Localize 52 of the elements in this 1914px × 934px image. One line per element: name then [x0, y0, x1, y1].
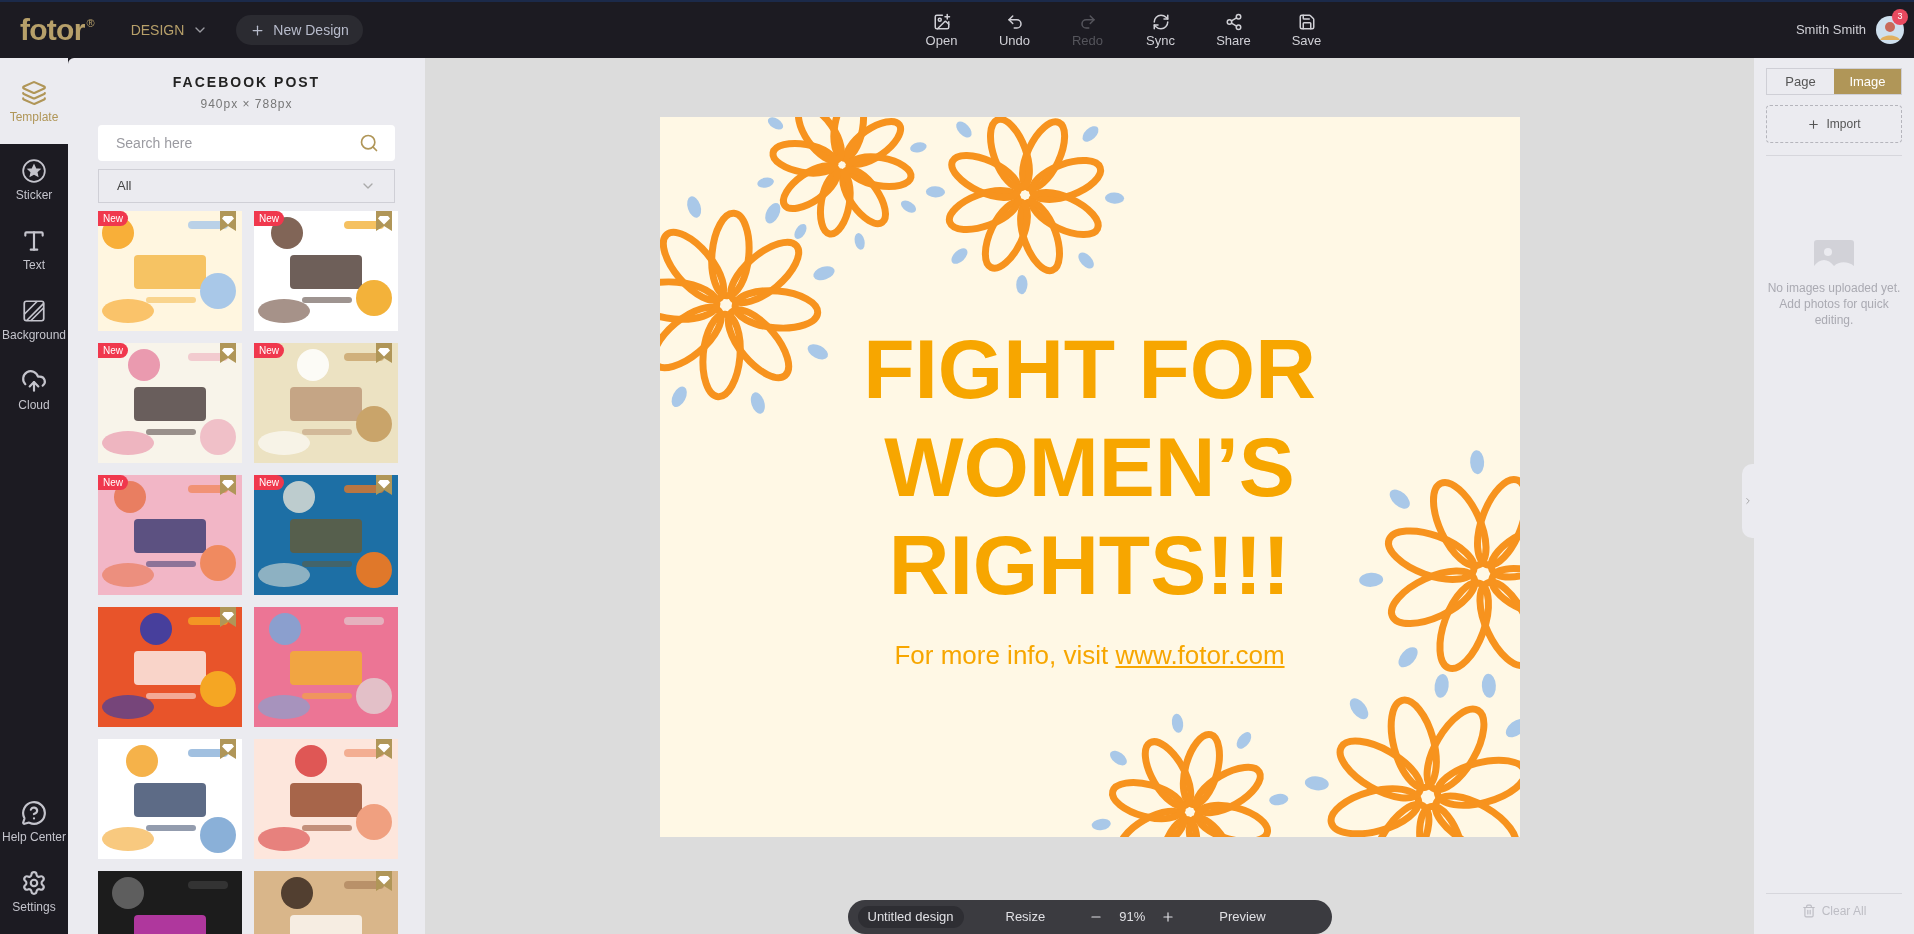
toolbar-button[interactable]: Sync	[1124, 13, 1197, 47]
notification-badge: 3	[1892, 9, 1908, 25]
toolbar-button[interactable]: Save	[1270, 13, 1343, 47]
collapse-handle[interactable]	[1742, 464, 1754, 538]
background-icon	[21, 297, 47, 324]
new-badge: New	[254, 343, 284, 358]
plus-icon	[250, 22, 266, 38]
search-field[interactable]: Search here	[98, 125, 395, 161]
sidebar-item[interactable]: Settings	[0, 856, 68, 926]
new-badge: New	[98, 475, 128, 490]
sidebar-item[interactable]: Background	[0, 284, 68, 354]
category-dropdown[interactable]: All	[98, 169, 395, 203]
logo-mark: ®	[86, 16, 95, 31]
logo[interactable]: fotor	[20, 15, 85, 45]
plus-icon	[1807, 117, 1821, 131]
new-badge: New	[98, 343, 128, 358]
sidebar-item[interactable]: Help Center	[0, 786, 68, 856]
preview-button[interactable]: Preview	[1219, 907, 1266, 927]
trash-icon	[1801, 904, 1816, 918]
toolbar-button[interactable]: Share	[1197, 13, 1270, 47]
new-design-button[interactable]: New Design	[236, 15, 363, 45]
import-button[interactable]: Import	[1766, 105, 1902, 143]
chevron-right-icon	[1743, 496, 1753, 506]
cloud-upload-icon	[21, 367, 47, 394]
zoom-in-icon[interactable]	[1161, 910, 1176, 924]
help-icon	[21, 799, 47, 826]
toolbar-button[interactable]: Undo	[978, 13, 1051, 47]
panel-title: FACEBOOK POST	[171, 73, 322, 92]
layers-icon	[21, 79, 47, 106]
new-badge: New	[254, 211, 284, 226]
zoom-level: 91%	[1119, 908, 1146, 927]
settings-icon	[21, 869, 47, 896]
new-badge: New	[254, 475, 284, 490]
user-name[interactable]: Smith Smith	[1795, 20, 1866, 40]
image-placeholder-icon	[1814, 240, 1854, 272]
undo-icon	[1005, 13, 1024, 31]
share-icon	[1224, 13, 1243, 31]
canvas-size: 940px × 788px	[199, 96, 294, 113]
design-name-field[interactable]: Untitled design	[857, 906, 964, 928]
sidebar-item[interactable]: Cloud	[0, 354, 68, 424]
image-plus-icon	[932, 13, 951, 31]
redo-icon	[1078, 13, 1097, 31]
toolbar-button[interactable]: Open	[905, 13, 978, 47]
sidebar-item[interactable]: Sticker	[0, 144, 68, 214]
sidebar-item[interactable]: Text	[0, 214, 68, 284]
search-icon[interactable]	[359, 133, 379, 153]
resize-button[interactable]: Resize	[1005, 907, 1046, 927]
new-badge: New	[98, 211, 128, 226]
design-menu[interactable]: DESIGN	[130, 19, 209, 41]
empty-state-message: No images uploaded yet. Add photos for quick editing.	[1766, 280, 1902, 328]
sync-icon	[1151, 13, 1170, 31]
save-icon	[1297, 13, 1316, 31]
